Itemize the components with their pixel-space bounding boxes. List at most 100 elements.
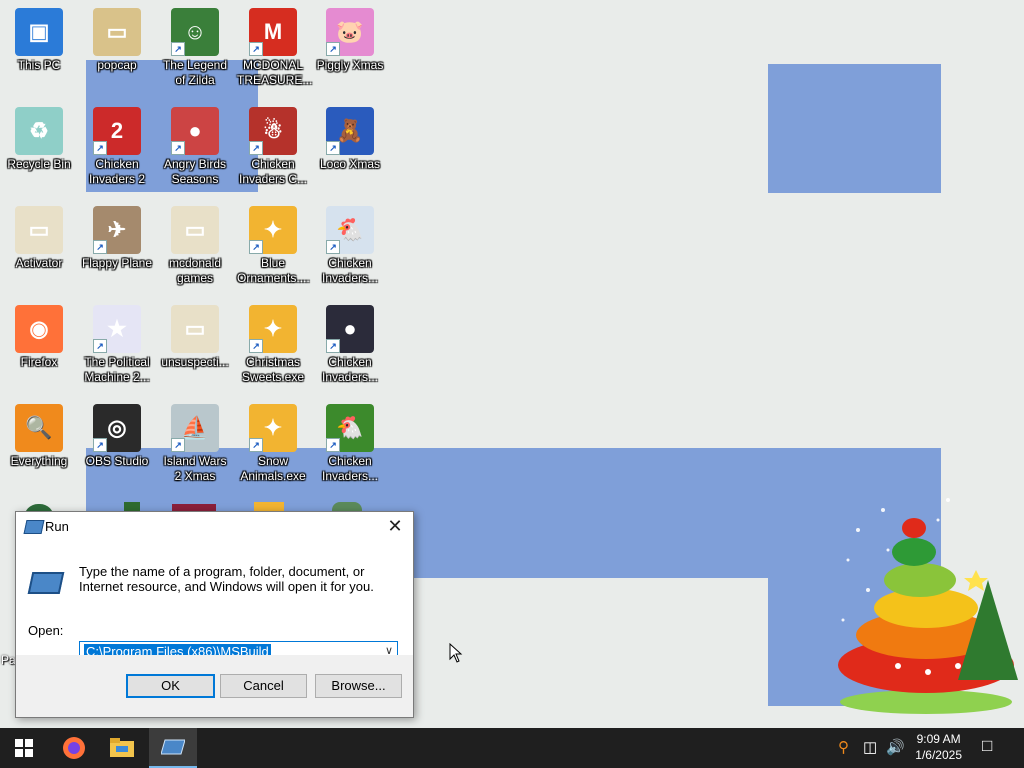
cancel-button[interactable]: Cancel <box>220 674 307 698</box>
desktop-icon[interactable]: ✦ ↗ Snow Animals.exe <box>236 400 310 492</box>
shortcut-arrow-icon: ↗ <box>326 438 340 452</box>
chicken-invaders-icon: 🐔 ↗ <box>326 206 374 254</box>
desktop-icon[interactable]: ☃ ↗ Chicken Invaders C... <box>236 103 310 195</box>
shortcut-arrow-icon: ↗ <box>249 438 263 452</box>
taskbar-run[interactable] <box>149 728 197 768</box>
desktop-icon[interactable]: 🐔 ↗ Chicken Invaders... <box>313 400 387 492</box>
notification-icon[interactable]: □ <box>982 736 992 756</box>
desktop-icon[interactable]: ◎ ↗ OBS Studio <box>80 400 154 492</box>
desktop-icon[interactable]: ★ ↗ The Political Machine 2... <box>80 301 154 393</box>
desktop-icon[interactable]: ▭ unsuspecti... <box>158 301 232 393</box>
folder-icon: ▭ <box>15 206 63 254</box>
desktop-icon[interactable]: ▣ This PC <box>2 4 76 96</box>
desktop-icon-label: The Legend of Zilda <box>162 58 228 87</box>
desktop-icon-label: Christmas Sweets.exe <box>241 355 305 384</box>
chicken-invaders-icon: 2 ↗ <box>93 107 141 155</box>
desktop-icon-label: OBS Studio <box>85 454 149 468</box>
desktop-icon[interactable]: ✈ ↗ Flappy Plane <box>80 202 154 294</box>
firefox-icon: ◉ <box>15 305 63 353</box>
clock[interactable]: 9:09 AM 1/6/2025 <box>915 731 962 763</box>
flappy-plane-icon: ✈ ↗ <box>93 206 141 254</box>
mouse-cursor-icon <box>449 643 463 663</box>
desktop-icon-label: popcap <box>97 58 137 72</box>
clock-date: 1/6/2025 <box>915 748 962 762</box>
desktop-icon-label: Flappy Plane <box>81 256 153 270</box>
everything-search-icon: 🔍 <box>15 404 63 452</box>
start-button[interactable] <box>0 728 48 768</box>
desktop-icon[interactable]: ♻ Recycle Bin <box>2 103 76 195</box>
desktop-icon[interactable]: ● ↗ Angry Birds Seasons <box>158 103 232 195</box>
folder-icon: ▭ <box>171 305 219 353</box>
desktop-icon[interactable]: M ↗ MCDONAL TREASURE... <box>236 4 313 96</box>
desktop-icon-label: The Political Machine 2... <box>84 355 150 384</box>
desktop-icon-label: Activator <box>15 256 63 270</box>
network-icon[interactable]: ◫ <box>863 738 877 756</box>
political-machine-icon: ★ ↗ <box>93 305 141 353</box>
desktop-icon-label: Chicken Invaders... <box>321 256 379 285</box>
shortcut-arrow-icon: ↗ <box>249 141 263 155</box>
desktop-icon-label: unsuspecti... <box>161 355 229 369</box>
desktop-icon-label: Everything <box>10 454 68 468</box>
ok-button[interactable]: OK <box>126 674 215 698</box>
desktop-icon[interactable]: ⛵ ↗ Island Wars 2 Xmas <box>158 400 232 492</box>
everything-tray-icon[interactable]: ⚲ <box>838 738 849 756</box>
desktop-icon[interactable]: ✦ ↗ Blue Ornaments.... <box>236 202 310 294</box>
desktop-icon[interactable]: ◉ Firefox <box>2 301 76 393</box>
browse-button[interactable]: Browse... <box>315 674 402 698</box>
shortcut-arrow-icon: ↗ <box>171 438 185 452</box>
shortcut-arrow-icon: ↗ <box>249 339 263 353</box>
ornaments-exe-icon: ✦ ↗ <box>249 206 297 254</box>
pig-icon: 🐷 ↗ <box>326 8 374 56</box>
desktop-icon[interactable]: 🐔 ↗ Chicken Invaders... <box>313 202 387 294</box>
desktop-icon-label: Chicken Invaders 2 <box>88 157 146 186</box>
desktop-icon[interactable]: ● ↗ Chicken Invaders... <box>313 301 387 393</box>
run-dialog: Run ✕ Type the name of a program, folder… <box>15 511 414 718</box>
desktop-icon[interactable]: 2 ↗ Chicken Invaders 2 <box>80 103 154 195</box>
chicken-invaders-icon: ☃ ↗ <box>249 107 297 155</box>
taskbar-file-explorer[interactable] <box>98 728 146 768</box>
run-icon <box>23 520 45 534</box>
volume-icon[interactable]: 🔊 <box>886 738 905 756</box>
desktop-icon-label: Island Wars 2 Xmas <box>163 454 227 483</box>
desktop-icon-label: Loco Xmas <box>319 157 381 171</box>
desktop-icon[interactable]: ✦ ↗ Christmas Sweets.exe <box>236 301 310 393</box>
folder-icon <box>110 738 134 757</box>
desktop-icon[interactable]: 🔍 Everything <box>2 400 76 492</box>
windows-logo-icon <box>15 739 33 757</box>
folder-icon: ▭ <box>93 8 141 56</box>
desktop-icon[interactable]: ☺ ↗ The Legend of Zilda <box>158 4 232 96</box>
desktop-icon[interactable]: ▭ mcdonald games <box>158 202 232 294</box>
desktop-icon-label: Angry Birds Seasons <box>163 157 227 186</box>
desktop-icon-label: MCDONAL TREASURE... <box>237 58 313 87</box>
desktop-icon-label: Chicken Invaders C... <box>238 157 308 186</box>
shortcut-arrow-icon: ↗ <box>326 141 340 155</box>
taskbar: ⚲ ◫ 🔊 9:09 AM 1/6/2025 □ <box>0 728 1024 768</box>
clock-time: 9:09 AM <box>916 732 961 746</box>
partial-icon-label: Pa <box>1 653 16 667</box>
run-description: Type the name of a program, folder, docu… <box>79 564 374 594</box>
shortcut-arrow-icon: ↗ <box>93 141 107 155</box>
shortcut-arrow-icon: ↗ <box>326 339 340 353</box>
folder-icon: ▭ <box>171 206 219 254</box>
desktop-icon[interactable]: 🧸 ↗ Loco Xmas <box>313 103 387 195</box>
run-footer: OK Cancel Browse... <box>16 655 413 717</box>
angry-birds-icon: ● ↗ <box>171 107 219 155</box>
computer-icon: ▣ <box>15 8 63 56</box>
mcdonald-icon: M ↗ <box>249 8 297 56</box>
desktop-icon[interactable]: 🐷 ↗ Piggly Xmas <box>313 4 387 96</box>
chicken-invaders-icon: 🐔 ↗ <box>326 404 374 452</box>
desktop-icon-label: Snow Animals.exe <box>240 454 306 483</box>
recycle-bin-icon: ♻ <box>15 107 63 155</box>
shortcut-arrow-icon: ↗ <box>93 240 107 254</box>
run-title-bar[interactable]: Run ✕ <box>16 512 413 542</box>
zilda-game-icon: ☺ ↗ <box>171 8 219 56</box>
desktop-icon[interactable]: ▭ popcap <box>80 4 154 96</box>
close-button[interactable]: ✕ <box>385 516 405 536</box>
run-icon <box>161 739 185 755</box>
wallpaper-block <box>768 64 941 193</box>
chicken-invaders-icon: ● ↗ <box>326 305 374 353</box>
desktop-icon-label: Chicken Invaders... <box>321 454 379 483</box>
island-wars-icon: ⛵ ↗ <box>171 404 219 452</box>
desktop-icon[interactable]: ▭ Activator <box>2 202 76 294</box>
taskbar-firefox[interactable] <box>50 728 98 768</box>
